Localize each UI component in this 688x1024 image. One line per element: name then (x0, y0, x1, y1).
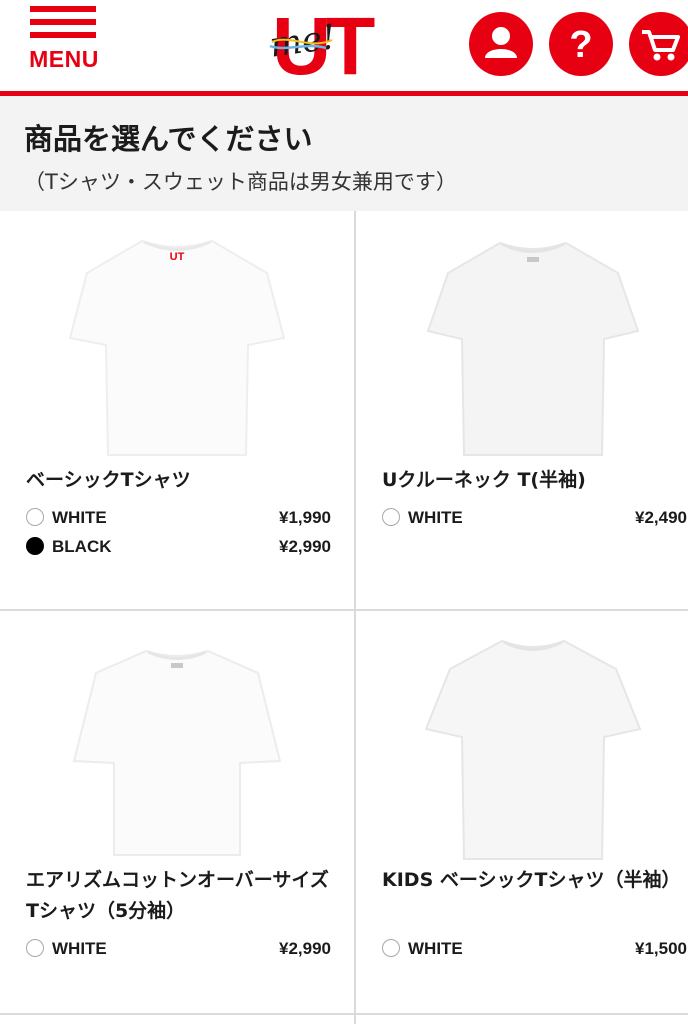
page-subtitle: （Tシャツ・スウェット商品は男女兼用です） (24, 170, 457, 194)
help-button[interactable]: ? (549, 12, 613, 76)
app-header: MENU UT me! ? (0, 0, 688, 96)
variant-option[interactable]: WHITE ¥2,490 (382, 506, 687, 530)
variant-price: ¥2,490 (635, 508, 687, 527)
menu-label: MENU (29, 46, 99, 72)
variant-color: WHITE (408, 939, 463, 958)
variant-option[interactable]: WHITE ¥1,990 (26, 506, 331, 530)
variant-price: ¥1,500 (635, 939, 687, 958)
radio-button-selected[interactable] (26, 537, 44, 555)
svg-text:UT: UT (170, 251, 185, 263)
variant-price: ¥2,990 (279, 939, 331, 958)
variant-color: WHITE (52, 508, 107, 527)
variant-color: BLACK (52, 537, 112, 556)
product-grid: UT ベーシックTシャツ WHITE ¥1,990 BLACK ¥2,990 U… (0, 211, 688, 1024)
variant-option[interactable]: WHITE ¥1,500 (382, 937, 687, 961)
svg-text:?: ? (569, 24, 592, 66)
product-name: KIDS ベーシックTシャツ（半袖） (382, 869, 681, 891)
grid-divider-horizontal (0, 1013, 688, 1015)
product-card[interactable]: エアリズムコットンオーバーサイズTシャツ（5分袖） WHITE ¥2,990 (0, 611, 354, 1013)
tshirt-image (424, 639, 642, 860)
tshirt-image (426, 241, 640, 456)
tshirt-image (72, 649, 282, 856)
variant-option[interactable]: BLACK ¥2,990 (26, 535, 331, 559)
radio-button[interactable] (382, 508, 400, 526)
radio-button[interactable] (26, 939, 44, 957)
radio-button[interactable] (26, 508, 44, 526)
cart-icon (642, 30, 680, 61)
product-card[interactable]: Uクルーネック T(半袖) WHITE ¥2,490 (356, 211, 688, 609)
variant-color: WHITE (52, 939, 107, 958)
product-name: エアリズムコットンオーバーサイズTシャツ（5分袖） (26, 869, 329, 922)
page-title: 商品を選んでください (24, 122, 313, 156)
menu-button[interactable]: MENU (26, 2, 100, 74)
account-icon (485, 27, 517, 58)
product-name: ベーシックTシャツ (26, 469, 191, 491)
variant-price: ¥2,990 (279, 537, 331, 556)
product-name: Uクルーネック T(半袖) (382, 469, 586, 491)
radio-button[interactable] (382, 939, 400, 957)
product-card[interactable]: KIDS ベーシックTシャツ（半袖） WHITE ¥1,500 (356, 611, 688, 1013)
variant-color: WHITE (408, 508, 463, 527)
variant-option[interactable]: WHITE ¥2,990 (26, 937, 331, 961)
product-card[interactable]: UT ベーシックTシャツ WHITE ¥1,990 BLACK ¥2,990 (0, 211, 354, 609)
variant-price: ¥1,990 (279, 508, 331, 527)
help-icon: ? (569, 24, 592, 66)
account-button[interactable] (469, 12, 533, 76)
page-header: 商品を選んでください （Tシャツ・スウェット商品は男女兼用です） (0, 96, 688, 211)
cart-button[interactable] (629, 12, 688, 76)
tshirt-image: UT (68, 239, 286, 456)
logo-graphic: UT me! (267, 1, 381, 92)
ut-me-logo[interactable]: UT me! (266, 1, 386, 92)
